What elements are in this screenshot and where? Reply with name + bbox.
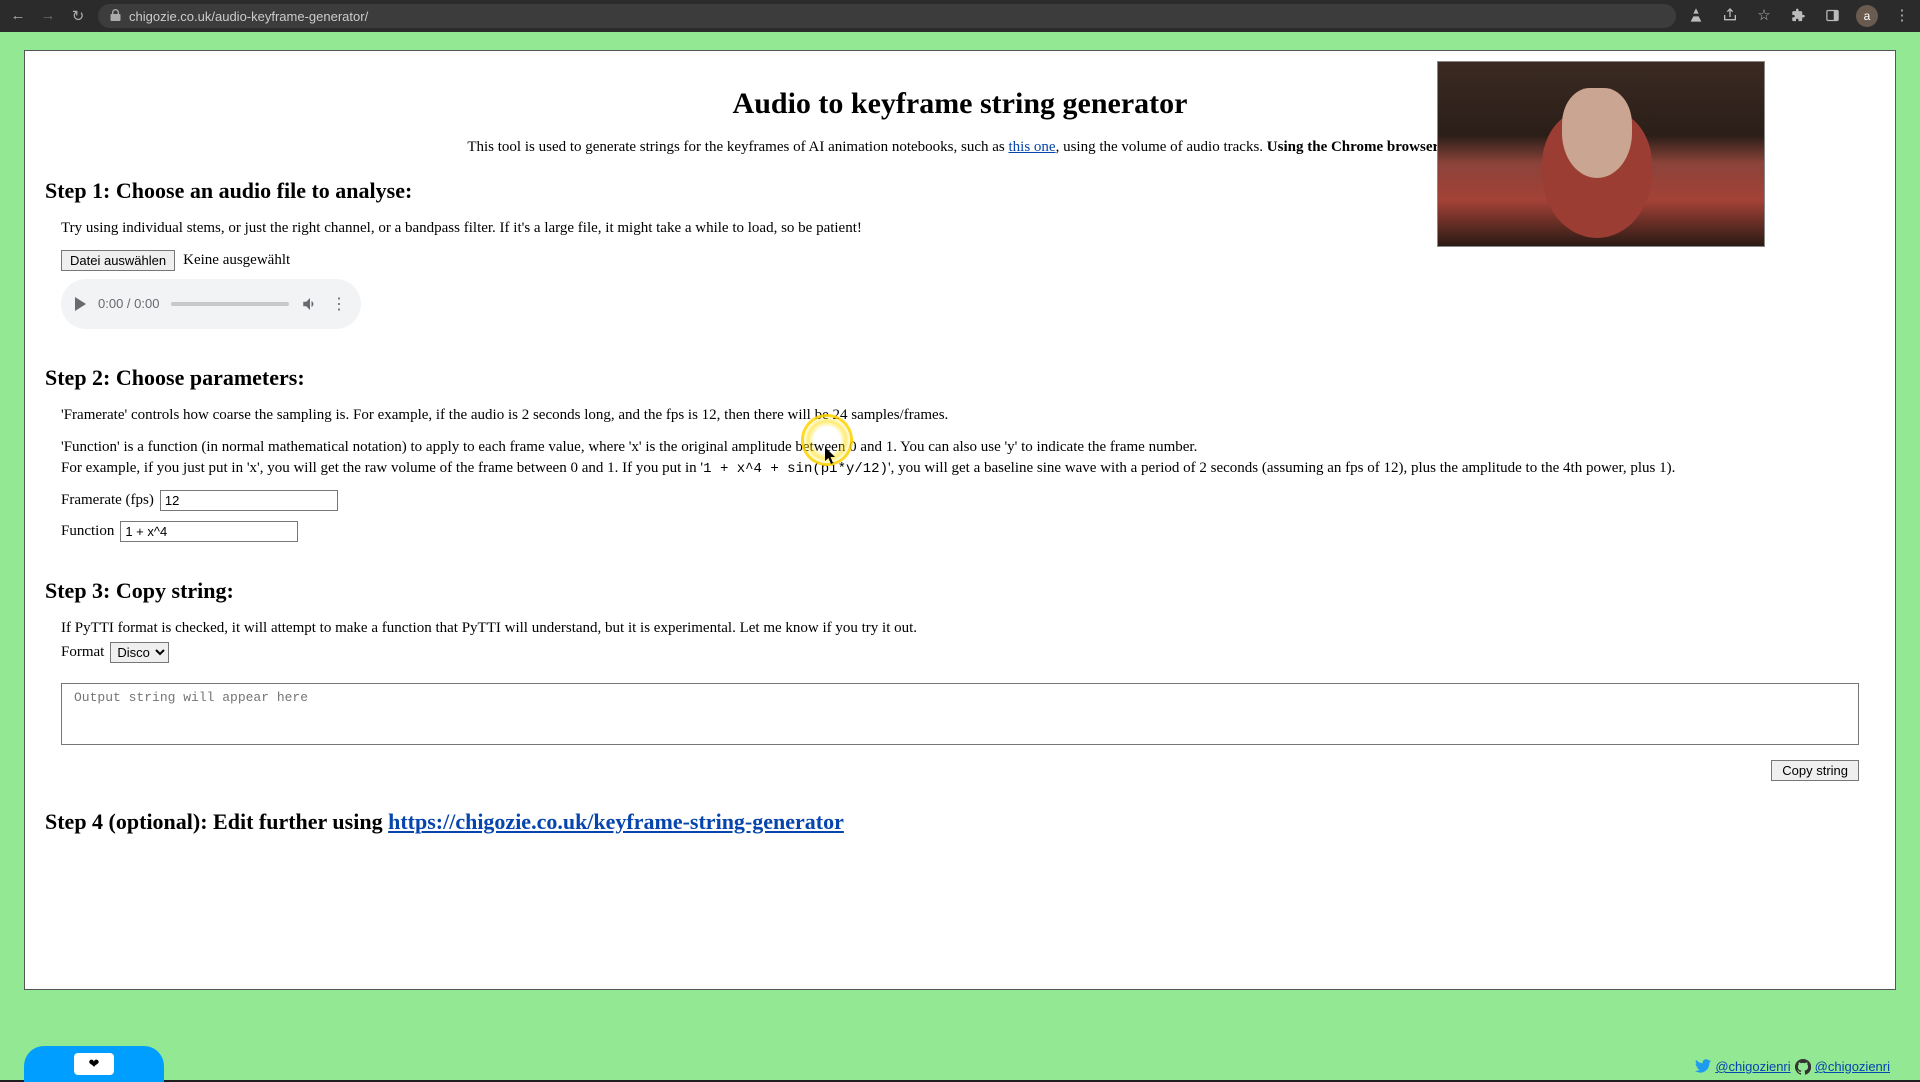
- framerate-input[interactable]: [160, 490, 338, 511]
- format-label: Format: [61, 644, 104, 661]
- page-viewport: Audio to keyframe string generator This …: [0, 32, 1920, 1080]
- audio-player[interactable]: 0:00 / 0:00 ⋮: [61, 279, 361, 329]
- github-link[interactable]: @chigozienri: [1815, 1059, 1890, 1078]
- copy-string-button[interactable]: Copy string: [1771, 760, 1859, 781]
- translate-icon[interactable]: [1686, 5, 1706, 25]
- reload-button[interactable]: ↻: [68, 6, 88, 26]
- play-icon[interactable]: [75, 297, 86, 311]
- step4-heading: Step 4 (optional): Edit further using ht…: [45, 809, 1875, 835]
- step2-function-desc: 'Function' is a function (in normal math…: [61, 437, 1875, 481]
- bookmark-icon[interactable]: ☆: [1754, 5, 1774, 25]
- volume-icon[interactable]: [301, 295, 319, 313]
- seek-bar[interactable]: [171, 302, 289, 306]
- format-select[interactable]: Disco: [110, 642, 169, 663]
- forward-button[interactable]: →: [38, 6, 58, 26]
- sidepanel-icon[interactable]: [1822, 5, 1842, 25]
- audio-more-icon[interactable]: ⋮: [331, 294, 347, 314]
- function-label: Function: [61, 523, 114, 540]
- address-bar[interactable]: chigozie.co.uk/audio-keyframe-generator/: [98, 4, 1676, 28]
- step2-framerate-desc: 'Framerate' controls how coarse the samp…: [61, 405, 1875, 427]
- github-icon: [1795, 1059, 1811, 1078]
- audio-time: 0:00 / 0:00: [98, 296, 159, 311]
- menu-icon[interactable]: ⋮: [1892, 5, 1912, 25]
- twitter-icon: [1695, 1059, 1711, 1078]
- step2-heading: Step 2: Choose parameters:: [45, 365, 1875, 391]
- lock-icon: [110, 9, 121, 24]
- step3-note: If PyTTI format is checked, it will atte…: [61, 618, 1875, 640]
- intro-link[interactable]: this one: [1008, 139, 1055, 155]
- support-button[interactable]: ❤: [24, 1046, 164, 1082]
- file-choose-button[interactable]: Datei auswählen: [61, 250, 175, 271]
- share-icon[interactable]: [1720, 5, 1740, 25]
- function-input[interactable]: [120, 521, 298, 542]
- intro-mid: , using the volume of audio tracks.: [1056, 139, 1267, 155]
- browser-right-icons: ☆ a ⋮: [1686, 5, 1912, 27]
- intro-pre: This tool is used to generate strings fo…: [467, 139, 1008, 155]
- twitter-link[interactable]: @chigozienri: [1715, 1059, 1790, 1078]
- url-text: chigozie.co.uk/audio-keyframe-generator/: [129, 9, 368, 24]
- file-status: Keine ausgewählt: [183, 252, 290, 269]
- back-button[interactable]: ←: [8, 6, 28, 26]
- extensions-icon[interactable]: [1788, 5, 1808, 25]
- footer-links: @chigozienri @chigozienri: [1695, 1059, 1890, 1078]
- output-textarea[interactable]: [61, 683, 1859, 745]
- intro-bold: Using the Chrome browser is: [1267, 139, 1453, 155]
- step4-link[interactable]: https://chigozie.co.uk/keyframe-string-g…: [388, 809, 844, 834]
- browser-toolbar: ← → ↻ chigozie.co.uk/audio-keyframe-gene…: [0, 0, 1920, 32]
- profile-avatar[interactable]: a: [1856, 5, 1878, 27]
- page-card: Audio to keyframe string generator This …: [24, 50, 1896, 990]
- support-heart-icon: ❤: [74, 1053, 114, 1075]
- framerate-label: Framerate (fps): [61, 492, 154, 509]
- step3-heading: Step 3: Copy string:: [45, 578, 1875, 604]
- webcam-overlay: [1437, 61, 1765, 247]
- function-code-sample: 1 + x^4 + sin(pi*y/12): [703, 461, 888, 477]
